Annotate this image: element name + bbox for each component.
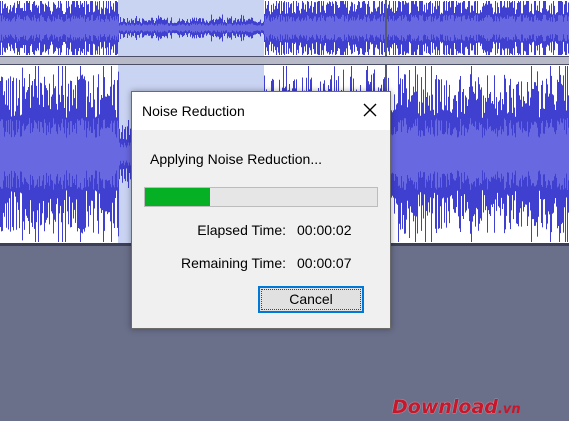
watermark-text: Download [392, 396, 498, 418]
remaining-time-value: 00:00:07 [297, 255, 352, 271]
focus-ring [261, 289, 361, 310]
progress-bar [144, 187, 378, 207]
waveform-top [0, 1, 569, 55]
progress-message: Applying Noise Reduction... [150, 151, 322, 167]
elapsed-time-value: 00:00:02 [297, 222, 352, 238]
progress-fill [145, 188, 210, 206]
watermark-tld: .vn [497, 402, 521, 417]
close-icon[interactable] [360, 100, 380, 120]
track-divider [0, 56, 569, 65]
dialog-title: Noise Reduction [142, 103, 245, 119]
track-split-line [385, 0, 387, 56]
watermark-logo: Download.vn [392, 396, 521, 418]
elapsed-time-label: Elapsed Time: [197, 222, 286, 238]
audio-track-top[interactable] [0, 0, 569, 56]
remaining-time-label: Remaining Time: [180, 255, 286, 271]
noise-reduction-dialog: Noise Reduction Applying Noise Reduction… [131, 91, 391, 329]
cancel-button[interactable]: Cancel [258, 286, 364, 313]
dialog-titlebar[interactable]: Noise Reduction [132, 92, 390, 130]
